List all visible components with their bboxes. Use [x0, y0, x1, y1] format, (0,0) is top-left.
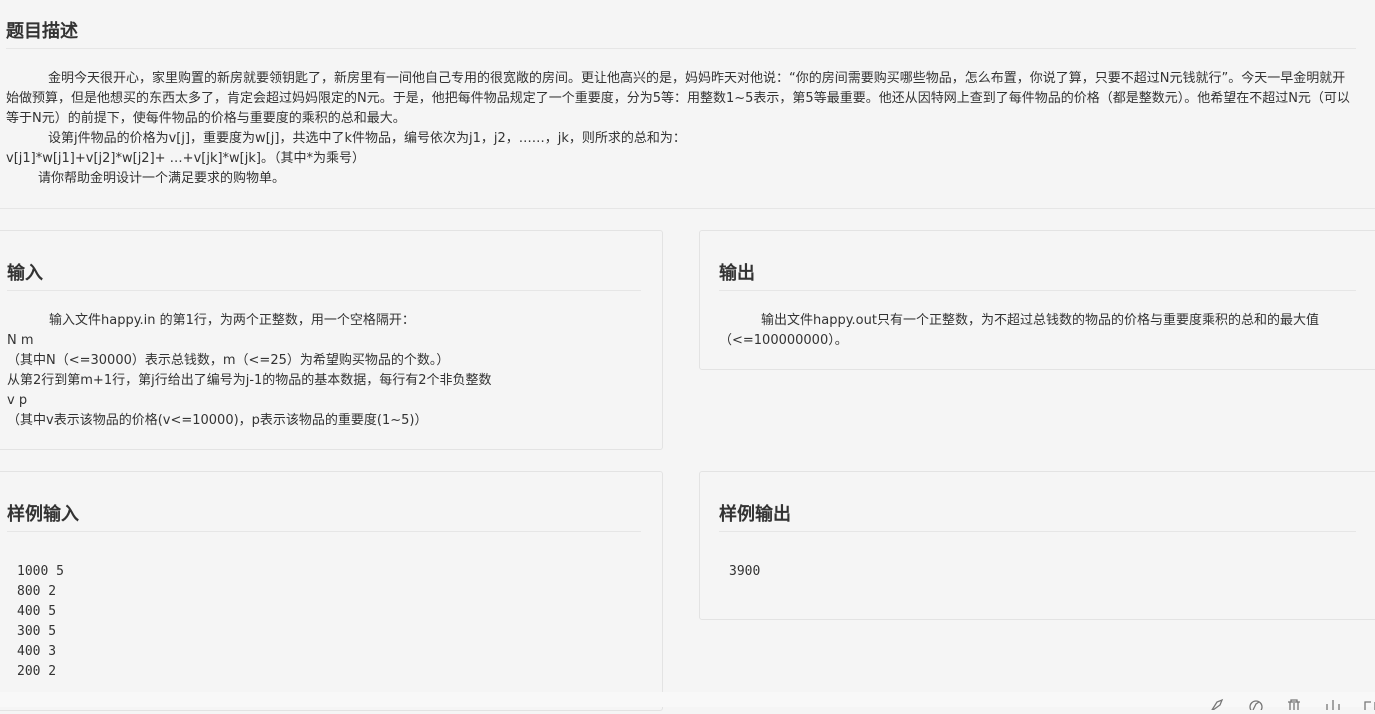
input-title-divider: [7, 290, 641, 291]
input-line: N m: [7, 333, 34, 348]
output-body: 输出文件happy.out只有一个正整数，为不超过总钱数的物品的价格与重要度乘积…: [719, 311, 1361, 351]
copy-icon[interactable]: [1248, 695, 1264, 714]
problem-description-section: 题目描述 金明今天很开心，家里购置的新房就要领钥匙了，新房里有一间他自己专用的很…: [0, 0, 1375, 209]
input-line: 输入文件happy.in 的第1行，为两个正整数，用一个空格隔开：: [49, 313, 415, 328]
sample-output-title: 样例输出: [719, 504, 791, 525]
input-line: 从第2行到第m+1行，第j行给出了编号为j-1的物品的基本数据，每行有2个非负整…: [7, 373, 492, 388]
output-title: 输出: [719, 263, 755, 284]
sample-output-title-divider: [719, 531, 1356, 532]
split-view-icon[interactable]: [1325, 695, 1341, 710]
description-request: 请你帮助金明设计一个满足要求的购物单。: [38, 171, 286, 186]
input-title: 输入: [7, 263, 43, 284]
sample-output-code[interactable]: 3900: [729, 562, 760, 582]
description-title: 题目描述: [6, 21, 78, 42]
description-body: 金明今天很开心，家里购置的新房就要领钥匙了，新房里有一间他自己专用的很宽敞的房间…: [6, 69, 1356, 189]
fullscreen-icon[interactable]: [1362, 695, 1375, 710]
sample-input-code[interactable]: 1000 5 800 2 400 5 300 5 400 3 200 2: [17, 562, 64, 682]
sample-output-card: 样例输出 3900: [699, 471, 1375, 620]
input-line: v p: [7, 393, 28, 408]
sample-input-body[interactable]: 1000 5 800 2 400 5 300 5 400 3 200 2: [17, 562, 64, 682]
description-formula: v[j1]*w[j1]+v[j2]*w[j2]+ …+v[jk]*w[jk]。（…: [6, 151, 365, 166]
bottom-toolbar: [0, 692, 1375, 714]
description-paragraph-1: 金明今天很开心，家里购置的新房就要领钥匙了，新房里有一间他自己专用的很宽敞的房间…: [6, 71, 1350, 126]
trash-icon[interactable]: [1286, 695, 1302, 710]
description-title-divider: [6, 48, 1356, 49]
output-card: 输出 输出文件happy.out只有一个正整数，为不超过总钱数的物品的价格与重要…: [699, 230, 1375, 370]
sample-input-title: 样例输入: [7, 504, 79, 525]
input-line: （其中N（<=30000）表示总钱数，m（<=25）为希望购买物品的个数。）: [7, 353, 450, 368]
input-line: （其中v表示该物品的价格(v<=10000)，p表示该物品的重要度(1~5)）: [7, 413, 428, 428]
sample-input-card: 样例输入 1000 5 800 2 400 5 300 5 400 3 200 …: [0, 471, 663, 711]
sample-input-title-divider: [7, 531, 641, 532]
output-text: 输出文件happy.out只有一个正整数，为不超过总钱数的物品的价格与重要度乘积…: [719, 313, 1319, 348]
input-body: 输入文件happy.in 的第1行，为两个正整数，用一个空格隔开： N m （其…: [7, 311, 492, 431]
description-paragraph-2: 设第j件物品的价格为v[j]，重要度为w[j]，共选中了k件物品，编号依次为j1…: [48, 131, 686, 146]
rocket-icon[interactable]: [1209, 695, 1225, 711]
sample-output-body[interactable]: 3900: [729, 562, 760, 582]
output-title-divider: [719, 290, 1356, 291]
input-card: 输入 输入文件happy.in 的第1行，为两个正整数，用一个空格隔开： N m…: [0, 230, 663, 450]
